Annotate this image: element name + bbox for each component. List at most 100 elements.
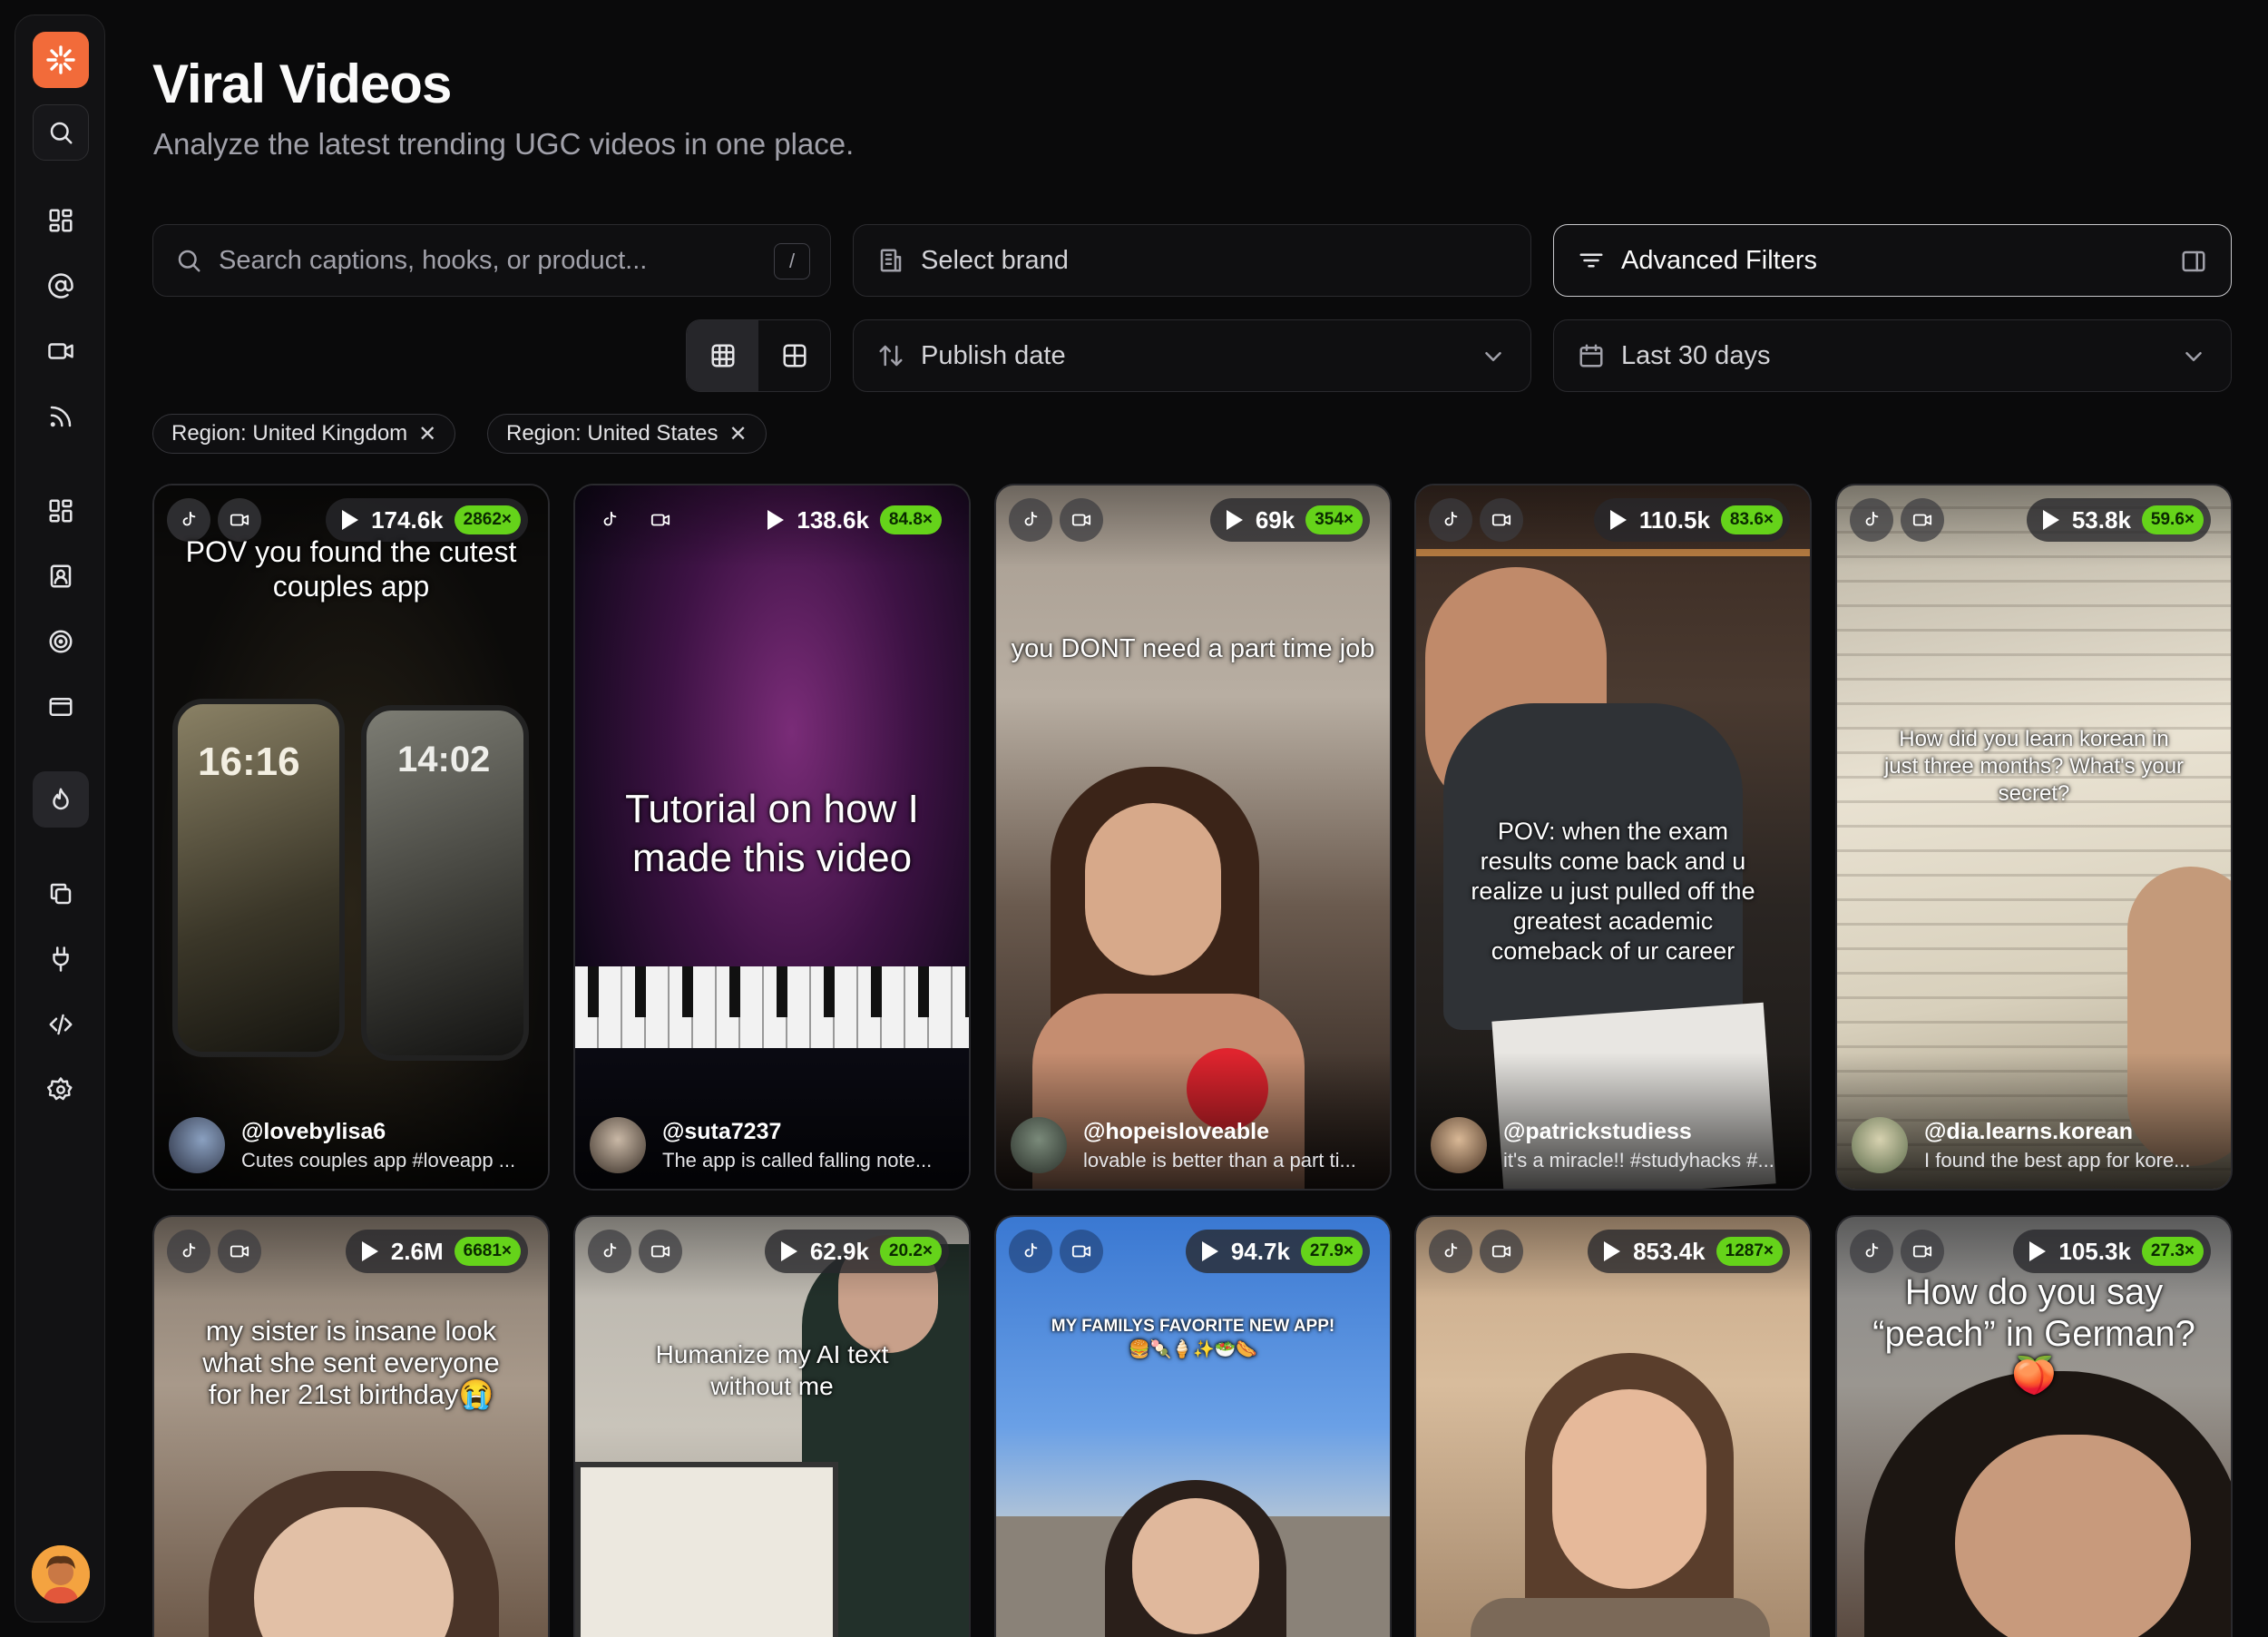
search-icon[interactable]: [33, 104, 89, 161]
creator-handle[interactable]: @patrickstudiess: [1503, 1119, 1774, 1145]
video-caption: How did you learn korean in just three m…: [1883, 727, 2185, 806]
view-stats: 53.8k 59.6×: [2026, 498, 2211, 542]
video-icon: [1480, 498, 1523, 542]
copy-icon[interactable]: [33, 866, 89, 922]
logo-icon[interactable]: [33, 32, 89, 88]
date-range-label: Last 30 days: [1621, 340, 1771, 370]
table-grid-icon: [711, 344, 734, 368]
video-card[interactable]: 105.3k 27.3× How do you say “peach” in Ge…: [1835, 1215, 2233, 1637]
settings-icon[interactable]: [33, 1062, 89, 1118]
close-icon[interactable]: ✕: [728, 421, 747, 447]
view-count: 2.6M: [390, 1237, 444, 1265]
quad-grid-icon: [783, 344, 806, 368]
filter-chip-uk[interactable]: Region: United Kingdom ✕: [152, 414, 456, 454]
video-description: I found the best app for kore...: [1924, 1148, 2191, 1171]
chevron-down-icon: [1485, 352, 1501, 361]
sort-icon: [879, 345, 903, 367]
dashboard-icon[interactable]: [33, 192, 89, 249]
video-card[interactable]: 110.5k 83.6× POV: when the exam results c…: [1414, 484, 1812, 1191]
video-card[interactable]: 2.6M 6681× my sister is insane look what …: [152, 1215, 550, 1637]
view-stats: 94.7k 27.9×: [1185, 1230, 1370, 1273]
creator-info: @hopeisloveable lovable is better than a …: [1011, 1116, 1377, 1174]
tiktok-icon: [1429, 1230, 1472, 1273]
multiplier-badge: 6681×: [454, 1237, 521, 1266]
calendar-icon: [1579, 344, 1603, 368]
wallet-icon[interactable]: [33, 679, 89, 735]
brand-label: Select brand: [921, 245, 1069, 275]
advanced-filters-button[interactable]: Advanced Filters: [1553, 224, 2232, 297]
target-icon[interactable]: [33, 613, 89, 670]
view-stats: 853.4k 1287×: [1588, 1230, 1790, 1273]
play-icon: [767, 510, 785, 530]
view-count: 110.5k: [1638, 505, 1710, 534]
tiktok-icon: [1009, 1230, 1052, 1273]
date-range-select[interactable]: Last 30 days: [1553, 319, 2232, 392]
video-icon: [639, 498, 682, 542]
video-card[interactable]: 53.8k 59.6× How did you learn korean in j…: [1835, 484, 2233, 1191]
chevron-down-icon: [2185, 352, 2202, 361]
plug-icon[interactable]: [33, 931, 89, 987]
view-count: 62.9k: [809, 1237, 869, 1265]
flame-icon[interactable]: [33, 771, 89, 828]
play-icon: [780, 1241, 797, 1261]
grid-icon[interactable]: [33, 483, 89, 539]
id-badge-icon[interactable]: [33, 548, 89, 604]
video-caption: MY FAMILYS FAVORITE NEW APP! 🍔🍡🍦✨🥗🌭: [1051, 1317, 1335, 1359]
rss-icon[interactable]: [33, 388, 89, 445]
multiplier-badge: 83.6×: [1720, 505, 1783, 534]
sort-select[interactable]: Publish date: [853, 319, 1531, 392]
filter-chip-label: Region: United Kingdom: [171, 421, 408, 446]
view-stats: 138.6k 84.8×: [751, 498, 949, 542]
page-title: Viral Videos: [152, 54, 452, 114]
search-input[interactable]: Search captions, hooks, or product... /: [152, 224, 831, 297]
video-card[interactable]: 69k 354× you DONT need a part time job @h…: [994, 484, 1392, 1191]
filter-chip-us[interactable]: Region: United States ✕: [487, 414, 767, 454]
play-icon: [2042, 510, 2059, 530]
video-card[interactable]: 16:16 14:02 174.6k 2862× POV you found th…: [152, 484, 550, 1191]
creator-handle[interactable]: @lovebylisa6: [241, 1119, 515, 1145]
filter-icon: [1579, 253, 1603, 268]
creator-info: @suta7237 The app is called falling note.…: [590, 1116, 956, 1174]
view-count: 94.7k: [1230, 1237, 1290, 1265]
view-stats: 2.6M 6681×: [345, 1230, 528, 1273]
video-card[interactable]: 853.4k 1287×: [1414, 1215, 1812, 1637]
creator-avatar: [590, 1117, 646, 1173]
multiplier-badge: 1287×: [1716, 1237, 1783, 1266]
tiktok-icon: [1850, 498, 1893, 542]
video-description: lovable is better than a part ti...: [1083, 1148, 1356, 1171]
creator-handle[interactable]: @hopeisloveable: [1083, 1119, 1356, 1145]
user-avatar[interactable]: [32, 1545, 90, 1603]
view-toggle: [686, 319, 831, 392]
creator-handle[interactable]: @dia.learns.korean: [1924, 1119, 2191, 1145]
search-placeholder: Search captions, hooks, or product...: [219, 245, 648, 275]
play-icon: [1226, 510, 1243, 530]
play-icon: [1201, 1241, 1218, 1261]
brand-select[interactable]: Select brand: [853, 224, 1531, 297]
creator-handle[interactable]: @suta7237: [662, 1119, 932, 1145]
view-count: 69k: [1255, 505, 1295, 534]
video-icon: [1480, 1230, 1523, 1273]
view-count: 853.4k: [1633, 1237, 1706, 1265]
tiktok-icon: [1009, 498, 1052, 542]
video-caption: POV you found the cutest couples app: [185, 535, 517, 603]
video-caption: my sister is insane look what she sent e…: [202, 1315, 500, 1410]
panel-icon: [2182, 250, 2205, 272]
video-caption: How do you say “peach” in German? 🍑: [1872, 1272, 2195, 1396]
video-caption: Humanize my AI text without me: [655, 1340, 889, 1400]
large-view-button[interactable]: [758, 320, 830, 391]
creator-info: @patrickstudiess it's a miracle!! #studyh…: [1431, 1116, 1797, 1174]
video-icon: [1901, 498, 1944, 542]
video-card[interactable]: 62.9k 20.2× Humanize my AI text without m…: [573, 1215, 971, 1637]
creator-avatar: [1852, 1117, 1908, 1173]
tiktok-icon: [167, 1230, 210, 1273]
grid-view-button[interactable]: [687, 320, 758, 391]
code-icon[interactable]: [33, 996, 89, 1053]
video-card[interactable]: 138.6k 84.8× Tutorial on how I made this …: [573, 484, 971, 1191]
video-card[interactable]: 94.7k 27.9× MY FAMILYS FAVORITE NEW APP! …: [994, 1215, 1392, 1637]
at-icon[interactable]: [33, 258, 89, 314]
video-caption: you DONT need a part time job: [1011, 634, 1375, 663]
video-icon[interactable]: [33, 323, 89, 379]
video-icon: [1060, 498, 1103, 542]
view-count: 105.3k: [2058, 1237, 2131, 1265]
close-icon[interactable]: ✕: [418, 421, 436, 447]
